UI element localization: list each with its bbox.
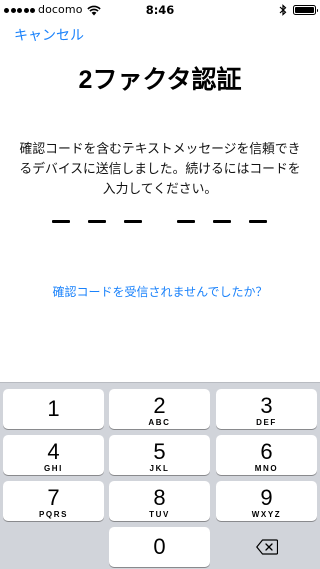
- key-letters: TUV: [149, 510, 170, 519]
- key-letters: WXYZ: [251, 510, 282, 519]
- key-4[interactable]: 4 GHI: [3, 435, 104, 475]
- key-1[interactable]: 1: [3, 389, 104, 429]
- key-letters: PQRS: [38, 510, 69, 519]
- key-letters: JKL: [149, 464, 170, 473]
- code-digit-slot-4: [177, 220, 195, 223]
- key-2[interactable]: 2 ABC: [109, 389, 210, 429]
- key-letters: ABC: [148, 418, 171, 427]
- key-letters: DEF: [256, 418, 277, 427]
- key-5[interactable]: 5 JKL: [109, 435, 210, 475]
- code-digit-slot-2: [88, 220, 106, 223]
- code-digit-slot-3: [124, 220, 142, 223]
- bluetooth-icon: [279, 4, 287, 16]
- verification-code-field[interactable]: [0, 212, 320, 232]
- key-letters: GHI: [43, 464, 64, 473]
- key-number: 4: [47, 439, 60, 464]
- resend-code-link[interactable]: 確認コードを受信されませんでしたか？: [0, 283, 320, 301]
- key-6[interactable]: 6 MNO: [216, 435, 317, 475]
- cancel-button[interactable]: キャンセル: [14, 27, 84, 45]
- key-number: 2: [153, 393, 166, 418]
- backspace-icon: [256, 539, 278, 555]
- code-digit-slot-5: [213, 220, 231, 223]
- delete-key[interactable]: [216, 527, 317, 567]
- key-0[interactable]: 0: [109, 527, 210, 567]
- numeric-keypad: 1 2 ABC 3 DEF 4 GHI 5 JKL 6 MNO 7 PQRS 8…: [0, 382, 320, 569]
- key-number: 5: [153, 439, 166, 464]
- key-number: 1: [47, 396, 60, 421]
- key-letters: MNO: [254, 464, 279, 473]
- key-number: 9: [260, 485, 273, 510]
- code-digit-slot-1: [52, 220, 70, 223]
- key-9[interactable]: 9 WXYZ: [216, 481, 317, 521]
- key-3[interactable]: 3 DEF: [216, 389, 317, 429]
- key-number: 7: [47, 485, 60, 510]
- key-7[interactable]: 7 PQRS: [3, 481, 104, 521]
- page-title: 2ファクタ認証: [78, 66, 242, 94]
- key-8[interactable]: 8 TUV: [109, 481, 210, 521]
- key-number: 8: [153, 485, 166, 510]
- battery-icon: [293, 5, 318, 15]
- instruction-text: 確認コードを含むテキストメッセージを信頼できるデバイスに送信しました。続けるには…: [19, 142, 301, 197]
- key-number: 0: [153, 534, 166, 559]
- key-number: 6: [260, 439, 273, 464]
- status-bar: docomo 8:46: [0, 0, 320, 20]
- status-right: [279, 3, 318, 17]
- code-digit-slot-6: [249, 220, 267, 223]
- status-time: 8:46: [145, 3, 175, 17]
- key-number: 3: [260, 393, 273, 418]
